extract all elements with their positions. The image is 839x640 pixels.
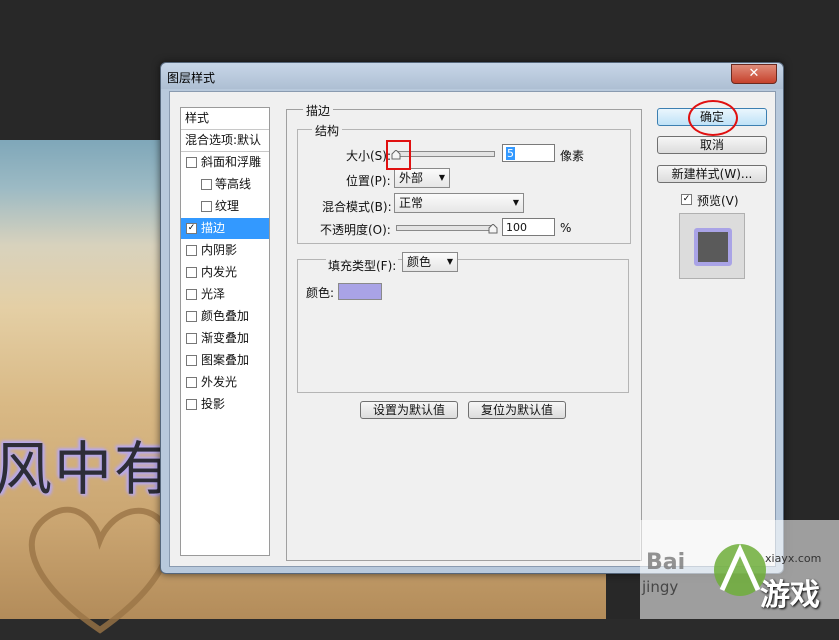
style-item[interactable]: 内阴影 (181, 240, 269, 261)
canvas-text-layer: 风中有 (0, 435, 175, 503)
size-input[interactable]: 5 (502, 144, 555, 162)
style-item-label: 斜面和浮雕 (201, 155, 262, 169)
styles-header-label: 样式 (185, 111, 210, 125)
size-label: 大小(S): (346, 149, 392, 163)
style-checkbox[interactable] (186, 245, 197, 256)
style-checkbox[interactable] (186, 333, 197, 344)
style-item-label: 渐变叠加 (201, 331, 250, 345)
style-item-label: 颜色叠加 (201, 309, 250, 323)
cancel-button[interactable]: 取消 (657, 136, 767, 154)
style-item[interactable]: 外发光 (181, 372, 269, 393)
position-label: 位置(P): (346, 174, 391, 188)
style-checkbox[interactable] (186, 267, 197, 278)
preview-shape (694, 228, 732, 266)
dialog-titlebar[interactable]: 图层样式 ✕ (161, 63, 783, 89)
style-checkbox[interactable] (186, 289, 197, 300)
size-unit: 像素 (560, 149, 585, 163)
position-select-value: 外部 (399, 171, 424, 185)
reset-default-button[interactable]: 复位为默认值 (468, 401, 566, 419)
preview-label: 预览(V) (697, 194, 739, 208)
style-checkbox[interactable] (201, 201, 212, 212)
opacity-input[interactable]: 100 (502, 218, 555, 236)
preview-checkbox[interactable]: ✓ 预览(V) (681, 192, 761, 208)
chevron-down-icon: ▼ (512, 198, 519, 207)
style-item[interactable]: 光泽 (181, 284, 269, 305)
stroke-color-swatch[interactable] (338, 283, 382, 300)
highlight-ok-button (688, 100, 738, 136)
highlight-size-slider (386, 140, 411, 170)
style-preview-thumbnail (679, 213, 745, 279)
blend-options-item[interactable]: 混合选项:默认 (181, 130, 269, 152)
fill-type-select-value: 颜色 (407, 255, 432, 269)
dialog-client-area: 样式 混合选项:默认 斜面和浮雕等高线纹理 ✓ 描边内阴影内发光光泽颜色叠加渐变叠加… (169, 91, 776, 567)
style-item[interactable]: 纹理 (181, 196, 269, 217)
style-checkbox[interactable] (201, 179, 212, 190)
style-item-label: 外发光 (201, 375, 238, 389)
styles-header[interactable]: 样式 (181, 108, 269, 130)
style-checkbox[interactable] (186, 399, 197, 410)
style-item-label: 纹理 (215, 199, 240, 213)
blend-mode-select-value: 正常 (399, 196, 424, 210)
position-select[interactable]: 外部 ▼ (394, 168, 450, 188)
style-item[interactable]: 渐变叠加 (181, 328, 269, 349)
blend-options-label: 混合选项:默认 (185, 133, 262, 147)
watermark-text-1: Bai (646, 550, 686, 575)
watermark-site: xiayx.com (765, 552, 822, 565)
style-item-label: 图案叠加 (201, 353, 250, 367)
color-label: 颜色: (306, 286, 335, 300)
close-icon[interactable]: ✕ (731, 64, 777, 84)
style-item[interactable]: 等高线 (181, 174, 269, 195)
chevron-down-icon: ▼ (438, 173, 445, 182)
blend-mode-select[interactable]: 正常 ▼ (394, 193, 524, 213)
opacity-slider-track[interactable] (396, 225, 495, 231)
stroke-panel: 描边 结构 大小(S): 5 像素 位置(P): 外部 ▼ 混合模式(B): 正常… (286, 102, 642, 561)
opacity-unit: % (560, 221, 572, 235)
size-input-value: 5 (506, 147, 515, 160)
structure-group: 结构 大小(S): 5 像素 位置(P): 外部 ▼ 混合模式(B): 正常 ▼ 不… (297, 122, 631, 244)
opacity-slider-thumb[interactable] (488, 224, 498, 234)
style-checkbox[interactable] (186, 157, 197, 168)
styles-list: 样式 混合选项:默认 斜面和浮雕等高线纹理 ✓ 描边内阴影内发光光泽颜色叠加渐变叠加… (180, 107, 270, 556)
style-item[interactable]: ✓ 描边 (181, 218, 269, 239)
style-item-label: 光泽 (201, 287, 226, 301)
style-checkbox[interactable]: ✓ (186, 223, 197, 234)
fill-type-select[interactable]: 颜色 ▼ (402, 252, 458, 272)
fill-type-label: 填充类型(F): (326, 257, 399, 274)
style-checkbox[interactable] (186, 355, 197, 366)
style-item-label: 描边 (201, 221, 226, 235)
style-item[interactable]: 斜面和浮雕 (181, 152, 269, 173)
style-item[interactable]: 图案叠加 (181, 350, 269, 371)
watermark-text-2: jingy (642, 578, 679, 596)
style-checkbox[interactable] (186, 377, 197, 388)
make-default-button[interactable]: 设置为默认值 (360, 401, 458, 419)
style-item-label: 内阴影 (201, 243, 238, 257)
watermark-logo-icon (714, 543, 766, 596)
preview-check-icon: ✓ (681, 194, 692, 205)
style-item[interactable]: 投影 (181, 394, 269, 415)
style-item[interactable]: 颜色叠加 (181, 306, 269, 327)
style-item-label: 等高线 (215, 177, 252, 191)
watermark: Bai jingy 游戏 xiayx.com (640, 520, 839, 619)
new-style-button[interactable]: 新建样式(W)... (657, 165, 767, 183)
chevron-down-icon: ▼ (446, 257, 453, 266)
dialog-title: 图层样式 (167, 71, 216, 85)
sand-heart-drawing (28, 506, 172, 634)
stroke-section-title: 描边 (303, 102, 334, 119)
style-item-label: 投影 (201, 397, 226, 411)
layer-style-dialog: 图层样式 ✕ 样式 混合选项:默认 斜面和浮雕 等高线 纹理 ✓ 描边 内阴影 内发光 光泽颜… (160, 62, 784, 574)
blend-mode-label: 混合模式(B): (322, 200, 392, 214)
opacity-label: 不透明度(O): (320, 223, 391, 237)
style-item[interactable]: 内发光 (181, 262, 269, 283)
style-item-label: 内发光 (201, 265, 238, 279)
structure-title: 结构 (312, 122, 343, 139)
style-checkbox[interactable] (186, 311, 197, 322)
fill-group: 填充类型(F): 颜色 ▼ 颜色: (297, 252, 629, 393)
